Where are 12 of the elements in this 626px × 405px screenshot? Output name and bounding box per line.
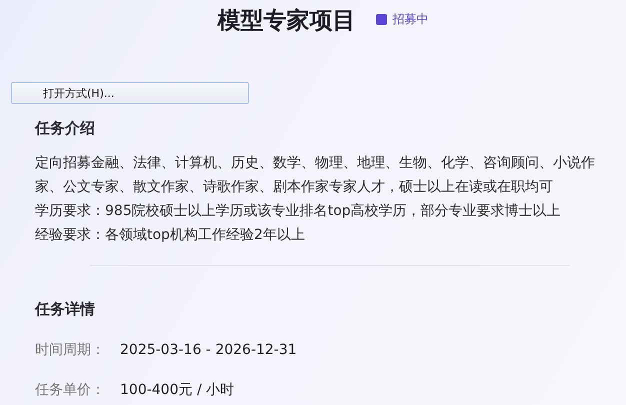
section-heading: 任务详情 xyxy=(35,300,96,319)
page-title: 模型专家项目 xyxy=(218,6,356,36)
field-value: 100-400元 / 小时 xyxy=(120,381,234,399)
field-value: 2025-03-16 - 2026-12-31 xyxy=(120,341,297,359)
field-label: 时间周期： xyxy=(35,341,106,359)
menu-item[interactable]: 打开方式(H)... xyxy=(12,86,114,100)
description-text: 定向招募金融、法律、计算机、历史、数学、物理、地理、生物、化学、咨询顾问、小说作家、公文专家、散文作家、诗歌作家、剧本作家专家人才，硕士以上在读或在职均可 xyxy=(35,154,596,197)
requirement-text: 经验要求：各领域top机构工作经验2年以上 xyxy=(35,226,306,245)
requirement-text: 学历要求：985院校硕士以上学历或该专业排名top高校学历，部分专业要求博士以上 xyxy=(35,202,562,221)
status-label: 招募中 xyxy=(392,10,428,28)
field-label: 任务单价： xyxy=(35,381,106,399)
section-heading: 任务介绍 xyxy=(35,119,96,138)
